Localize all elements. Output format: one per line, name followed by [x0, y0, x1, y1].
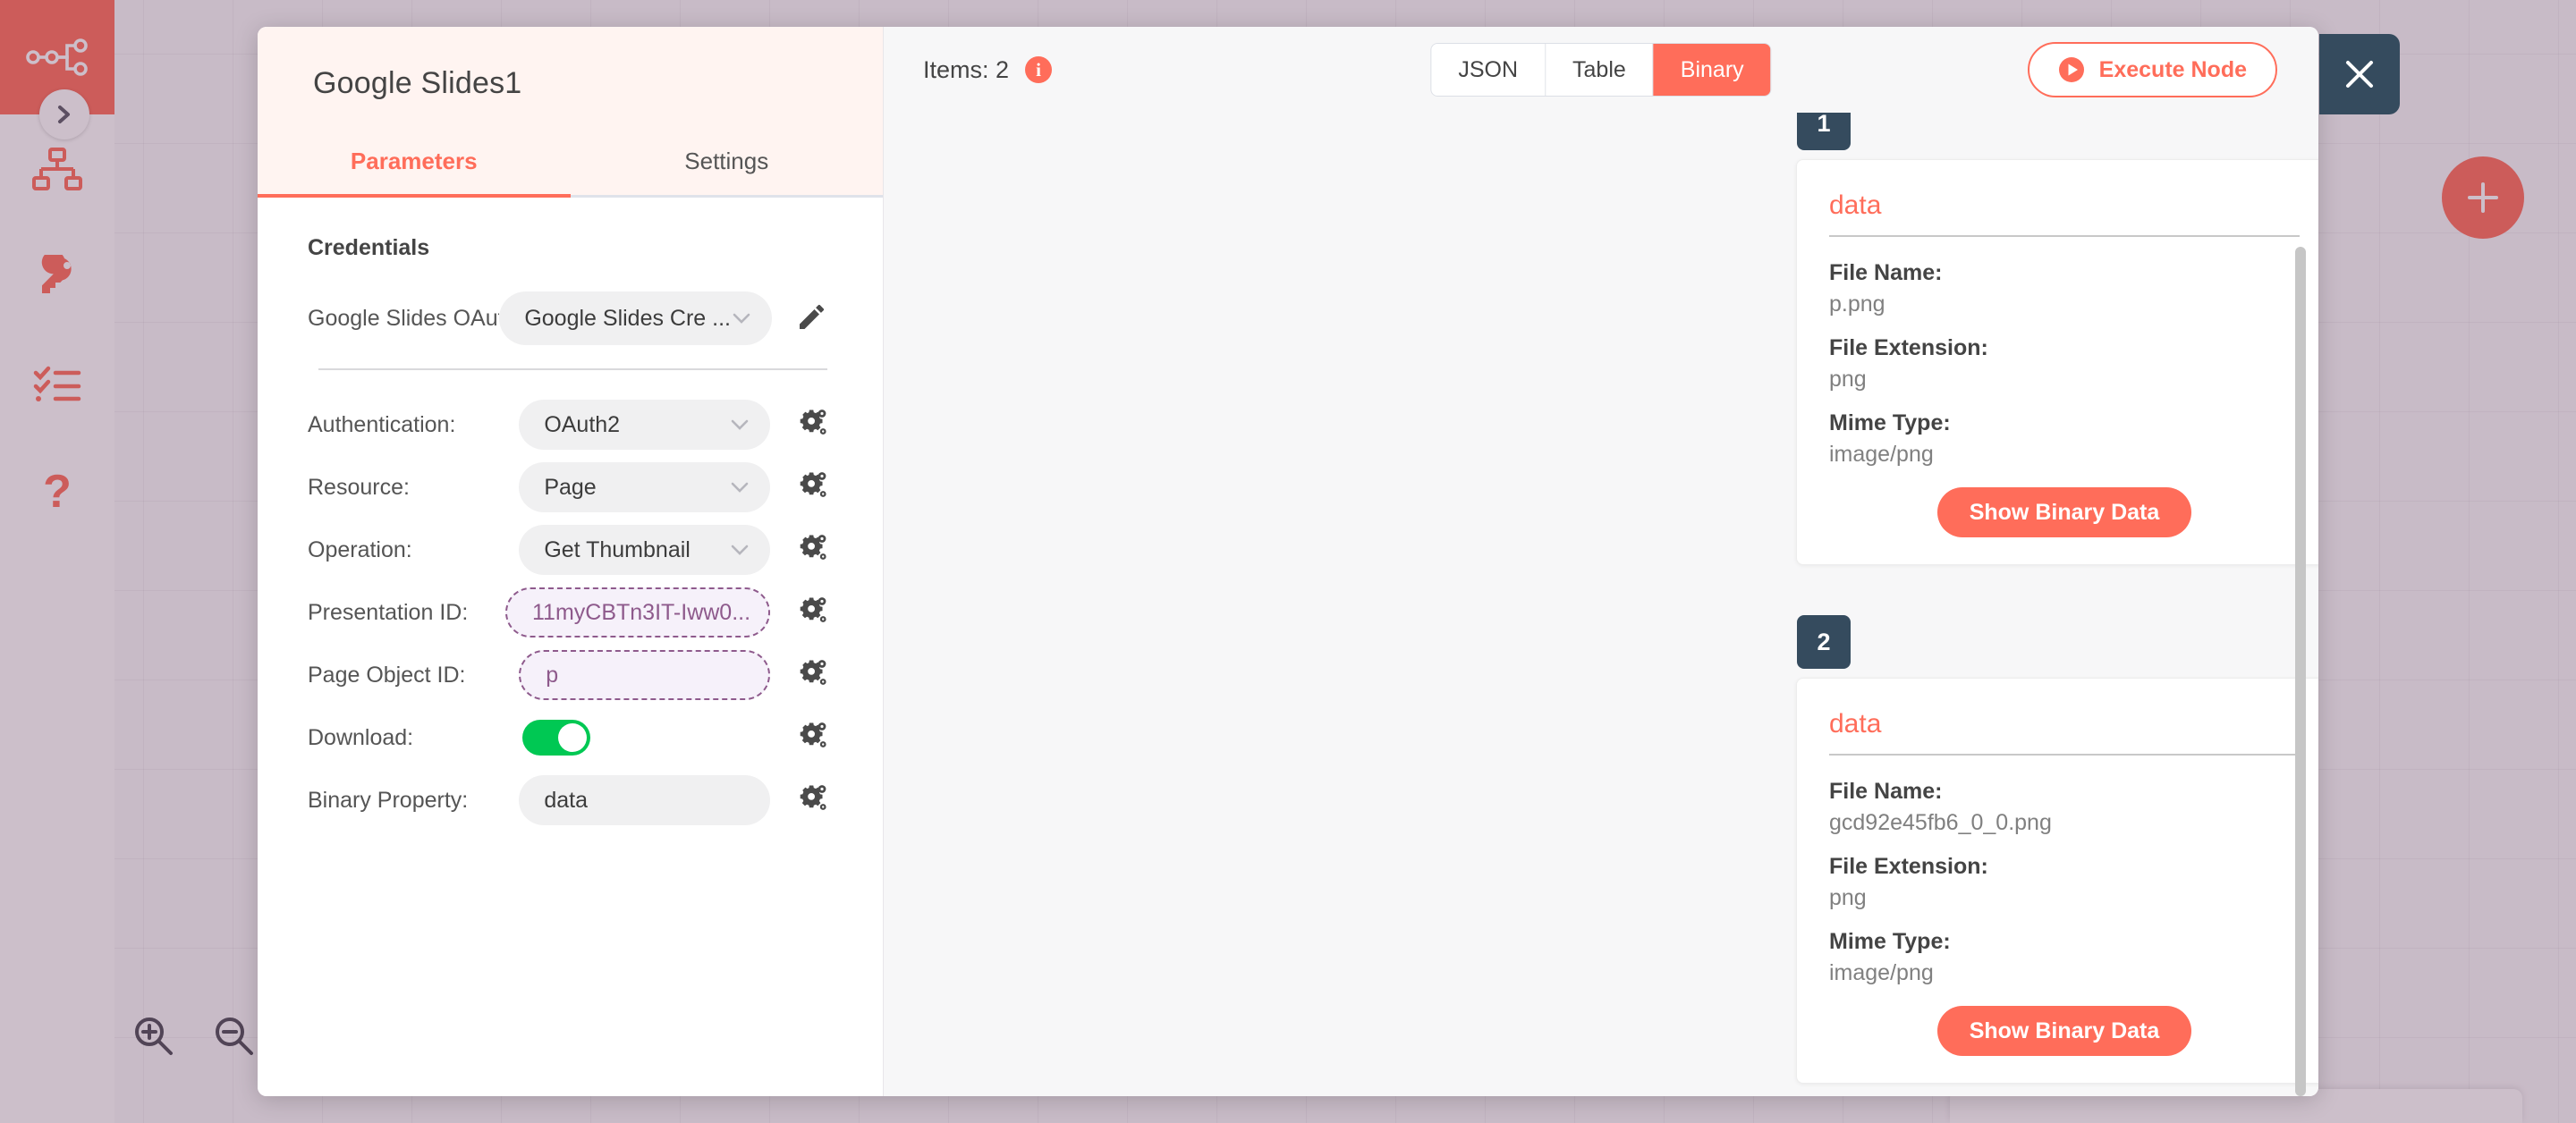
credential-row: Google Slides OAut... Google Slides Cre … [308, 291, 827, 345]
tab-table[interactable]: Table [1546, 44, 1654, 96]
output-scroll-area[interactable]: 1 data File Name: p.png File Extension: … [884, 113, 2318, 1096]
output-pane: Items: 2 i JSON Table Binary Execute Nod… [884, 27, 2318, 1096]
output-body: 1 data File Name: p.png File Extension: … [884, 113, 2318, 1096]
node-details-view: Google Slides1 Parameters Settings Crede… [258, 27, 2318, 1096]
output-header: Items: 2 i JSON Table Binary Execute Nod… [884, 27, 2318, 113]
parameters-pane: Google Slides1 Parameters Settings Crede… [258, 27, 884, 1096]
show-binary-wrap: Show Binary Data [1829, 1006, 2300, 1056]
close-ndv-button[interactable] [2319, 34, 2400, 114]
binary-key: data [1829, 190, 1882, 220]
execute-node-button[interactable]: Execute Node [2027, 42, 2277, 97]
node-title: Google Slides1 [313, 66, 522, 100]
param-expression-page-object-id[interactable]: p [519, 650, 770, 700]
param-value-resource: Page [544, 474, 597, 500]
toggle-knob [557, 723, 587, 752]
items-count-label: Items: 2 [923, 55, 1010, 83]
param-row-download: Download: [308, 706, 827, 769]
param-label-resource: Resource: [308, 474, 410, 500]
credential-value: Google Slides Cre ... [524, 305, 731, 331]
gear-options-icon[interactable] [797, 784, 827, 817]
chevron-down-icon [731, 482, 749, 493]
gear-options-icon[interactable] [797, 534, 827, 567]
param-value-authentication: OAuth2 [544, 411, 621, 437]
show-binary-data-button[interactable]: Show Binary Data [1936, 487, 2192, 537]
credentials-section-title: Credentials [308, 235, 430, 260]
param-value-presentation-id: 11myCBTn3IT-Iww0... [532, 599, 749, 625]
output-scrollbar[interactable] [2295, 247, 2306, 1096]
gear-options-icon[interactable] [797, 659, 827, 692]
gear-options-icon[interactable] [797, 596, 827, 629]
file-extension-label: File Extension: [1829, 854, 1988, 879]
file-name-value: p.png [1829, 291, 1885, 317]
file-name-value: gcd92e45fb6_0_0.png [1829, 810, 2052, 835]
param-label-binary-property: Binary Property: [308, 787, 469, 813]
output-item-2: 2 data File Name: gcd92e45fb6_0_0.png Fi… [1796, 615, 2318, 1084]
download-toggle-wrap [521, 720, 770, 756]
mime-type-value: image/png [1829, 960, 1934, 985]
param-value-page-object-id: p [546, 662, 559, 688]
divider [1829, 754, 2300, 756]
mime-type-label: Mime Type: [1829, 410, 1951, 435]
parameters-header: Google Slides1 Parameters Settings [258, 27, 883, 198]
chevron-down-icon [731, 419, 749, 430]
show-binary-wrap: Show Binary Data [1829, 487, 2300, 537]
param-row-page-object-id: Page Object ID: p [308, 644, 827, 706]
param-row-presentation-id: Presentation ID: 11myCBTn3IT-Iww0... [308, 581, 827, 644]
param-label-page-object-id: Page Object ID: [308, 662, 466, 688]
divider [1829, 235, 2300, 237]
tab-binary[interactable]: Binary [1653, 44, 1771, 96]
param-label-presentation-id: Presentation ID: [308, 599, 469, 625]
gear-options-icon[interactable] [797, 471, 827, 504]
param-value-operation: Get Thumbnail [544, 536, 691, 562]
divider [318, 368, 827, 370]
binary-property-input[interactable]: data [519, 775, 770, 825]
param-select-operation[interactable]: Get Thumbnail [519, 525, 770, 575]
param-row-binary-property: Binary Property: data [308, 769, 827, 832]
param-select-authentication[interactable]: OAuth2 [519, 400, 770, 450]
file-extension-label: File Extension: [1829, 335, 1988, 360]
tab-parameters[interactable]: Parameters [258, 148, 571, 198]
ndv-tabs: Parameters Settings [258, 148, 883, 198]
param-select-resource[interactable]: Page [519, 462, 770, 512]
chevron-down-icon [731, 545, 749, 555]
tab-json[interactable]: JSON [1431, 44, 1546, 96]
credential-select[interactable]: Google Slides Cre ... [499, 291, 772, 345]
file-name-label: File Name: [1829, 260, 1943, 285]
tab-settings[interactable]: Settings [571, 148, 884, 195]
param-expression-presentation-id[interactable]: 11myCBTn3IT-Iww0... [505, 587, 770, 637]
items-count: Items: 2 i [923, 55, 1053, 84]
file-name-label: File Name: [1829, 779, 1943, 804]
credential-label: Google Slides OAut... [308, 305, 499, 331]
play-circle-icon [2058, 57, 2084, 82]
mime-type-value: image/png [1829, 442, 1934, 467]
gear-options-icon[interactable] [797, 722, 827, 755]
file-extension-value: png [1829, 367, 1867, 392]
binary-card: data File Name: p.png File Extension: pn… [1796, 159, 2318, 565]
mime-type-label: Mime Type: [1829, 929, 1951, 954]
show-binary-data-button[interactable]: Show Binary Data [1936, 1006, 2192, 1056]
output-view-tabs: JSON Table Binary [1430, 43, 1772, 97]
param-label-authentication: Authentication: [308, 411, 456, 437]
binary-key: data [1829, 709, 1882, 739]
item-index-badge: 2 [1797, 615, 1851, 669]
param-label-download: Download: [308, 724, 414, 750]
gear-options-icon[interactable] [797, 409, 827, 442]
parameters-body: Credentials Google Slides OAut... Google… [258, 198, 883, 1096]
param-row-operation: Operation: Get Thumbnail [308, 519, 827, 581]
info-circle-icon[interactable]: i [1025, 56, 1053, 83]
param-row-authentication: Authentication: OAuth2 [308, 393, 827, 456]
output-item-1: 1 data File Name: p.png File Extension: … [1796, 113, 2318, 565]
param-label-operation: Operation: [308, 536, 412, 562]
chevron-down-icon [733, 313, 750, 324]
param-value-binary-property: data [544, 787, 588, 813]
item-index-badge: 1 [1797, 113, 1851, 150]
pencil-icon[interactable] [797, 301, 827, 336]
download-toggle[interactable] [521, 720, 590, 756]
param-row-resource: Resource: Page [308, 456, 827, 519]
binary-card: data File Name: gcd92e45fb6_0_0.png File… [1796, 678, 2318, 1084]
close-x-icon [2346, 61, 2373, 88]
file-extension-value: png [1829, 885, 1867, 910]
execute-node-label: Execute Node [2098, 56, 2247, 82]
